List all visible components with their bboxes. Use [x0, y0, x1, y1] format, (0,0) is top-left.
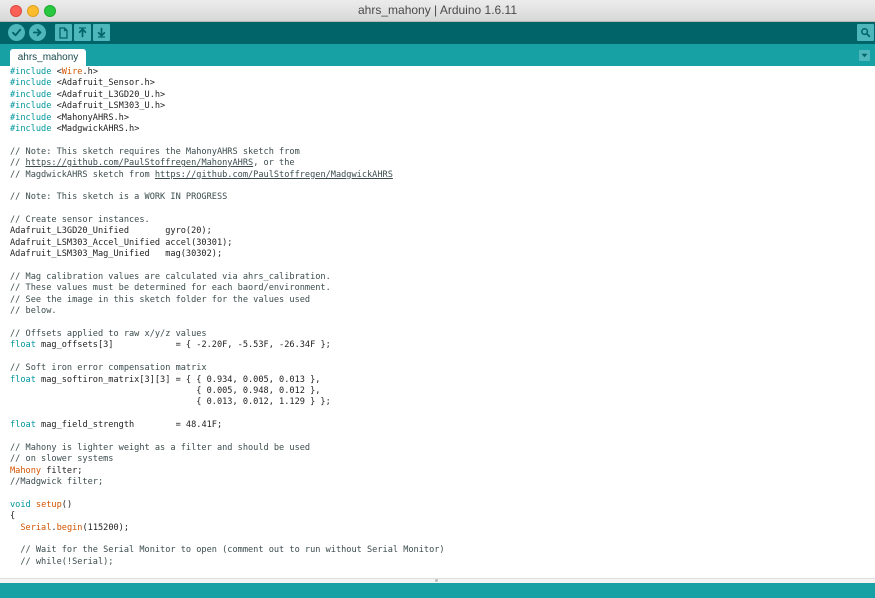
code-line[interactable]: // Note: This sketch is a WORK IN PROGRE…	[10, 192, 445, 203]
code-line[interactable]	[10, 181, 445, 192]
chevron-down-icon	[861, 53, 868, 58]
code-line[interactable]	[10, 318, 445, 329]
code-line[interactable]: // Note: This sketch requires the Mahony…	[10, 147, 445, 158]
code-line[interactable]	[10, 261, 445, 272]
arrow-down-icon	[97, 27, 106, 38]
code-line[interactable]: // Offsets applied to raw x/y/z values	[10, 329, 445, 340]
code-line[interactable]: Adafruit_L3GD20_Unified gyro(20);	[10, 226, 445, 237]
status-bar	[0, 583, 875, 598]
code-line[interactable]: Mahony filter;	[10, 466, 445, 477]
code-line[interactable]: // on slower systems	[10, 454, 445, 465]
code-line[interactable]: void setup()	[10, 500, 445, 511]
code-line[interactable]: #include <MadgwickAHRS.h>	[10, 124, 445, 135]
arrow-up-icon	[78, 27, 87, 38]
code-line[interactable]: Adafruit_LSM303_Accel_Unified accel(3030…	[10, 238, 445, 249]
code-line[interactable]	[10, 432, 445, 443]
code-line[interactable]: // while(!Serial);	[10, 557, 445, 568]
code-line[interactable]: #include <Wire.h>	[10, 67, 445, 78]
window-title: ahrs_mahony | Arduino 1.6.11	[358, 3, 517, 17]
code-line[interactable]	[10, 352, 445, 363]
code-line[interactable]: // Mahony is lighter weight as a filter …	[10, 443, 445, 454]
magnifier-icon	[861, 28, 871, 38]
code-line[interactable]	[10, 135, 445, 146]
code-area[interactable]: #include <Wire.h> #include <Adafruit_Sens…	[10, 67, 445, 568]
serial-monitor-button[interactable]	[857, 24, 874, 41]
code-line[interactable]: #include <Adafruit_Sensor.h>	[10, 78, 445, 89]
code-line[interactable]	[10, 204, 445, 215]
splitter-grip[interactable]	[435, 579, 438, 582]
code-line[interactable]: //Madgwick filter;	[10, 477, 445, 488]
code-line[interactable]: // MagdwickAHRS sketch from https://gith…	[10, 170, 445, 181]
verify-button[interactable]	[8, 24, 25, 41]
code-line[interactable]	[10, 534, 445, 545]
arduino-ide-window: ahrs_mahony | Arduino 1.6.11 ahrs_mahony…	[0, 0, 875, 598]
code-editor[interactable]: #include <Wire.h> #include <Adafruit_Sens…	[0, 66, 875, 578]
code-line[interactable]: // Create sensor instances.	[10, 215, 445, 226]
code-line[interactable]: float mag_softiron_matrix[3][3] = { { 0.…	[10, 375, 445, 386]
tab-bar: ahrs_mahony	[0, 44, 875, 66]
code-line[interactable]: #include <MahonyAHRS.h>	[10, 113, 445, 124]
code-line[interactable]: // These values must be determined for e…	[10, 283, 445, 294]
code-line[interactable]	[10, 409, 445, 420]
open-sketch-button[interactable]	[74, 24, 91, 41]
new-sketch-button[interactable]	[55, 24, 72, 41]
code-line[interactable]: Adafruit_LSM303_Mag_Unified mag(30302);	[10, 249, 445, 260]
tab-ahrs-mahony[interactable]: ahrs_mahony	[10, 49, 86, 66]
code-line[interactable]: #include <Adafruit_LSM303_U.h>	[10, 101, 445, 112]
code-line[interactable]: Serial.begin(115200);	[10, 523, 445, 534]
check-icon	[12, 28, 22, 37]
title-bar[interactable]: ahrs_mahony | Arduino 1.6.11	[0, 0, 875, 22]
tab-menu-button[interactable]	[859, 50, 870, 61]
upload-button[interactable]	[29, 24, 46, 41]
toolbar	[0, 22, 875, 44]
code-line[interactable]: float mag_field_strength = 48.41F;	[10, 420, 445, 431]
code-line[interactable]: { 0.005, 0.948, 0.012 },	[10, 386, 445, 397]
code-line[interactable]: #include <Adafruit_L3GD20_U.h>	[10, 90, 445, 101]
arrow-right-icon	[32, 28, 42, 37]
code-line[interactable]: {	[10, 511, 445, 522]
code-line[interactable]: float mag_offsets[3] = { -2.20F, -5.53F,…	[10, 340, 445, 351]
code-line[interactable]: // below.	[10, 306, 445, 317]
code-line[interactable]: // Wait for the Serial Monitor to open (…	[10, 545, 444, 556]
save-sketch-button[interactable]	[93, 24, 110, 41]
code-line[interactable]: // Soft iron error compensation matrix	[10, 363, 445, 374]
code-line[interactable]	[10, 488, 445, 499]
new-file-icon	[59, 26, 68, 39]
code-line[interactable]: // See the image in this sketch folder f…	[10, 295, 445, 306]
code-line[interactable]: // https://github.com/PaulStoffregen/Mah…	[10, 158, 445, 169]
code-line[interactable]: // Mag calibration values are calculated…	[10, 272, 445, 283]
code-line[interactable]: { 0.013, 0.012, 1.129 } };	[10, 397, 445, 408]
